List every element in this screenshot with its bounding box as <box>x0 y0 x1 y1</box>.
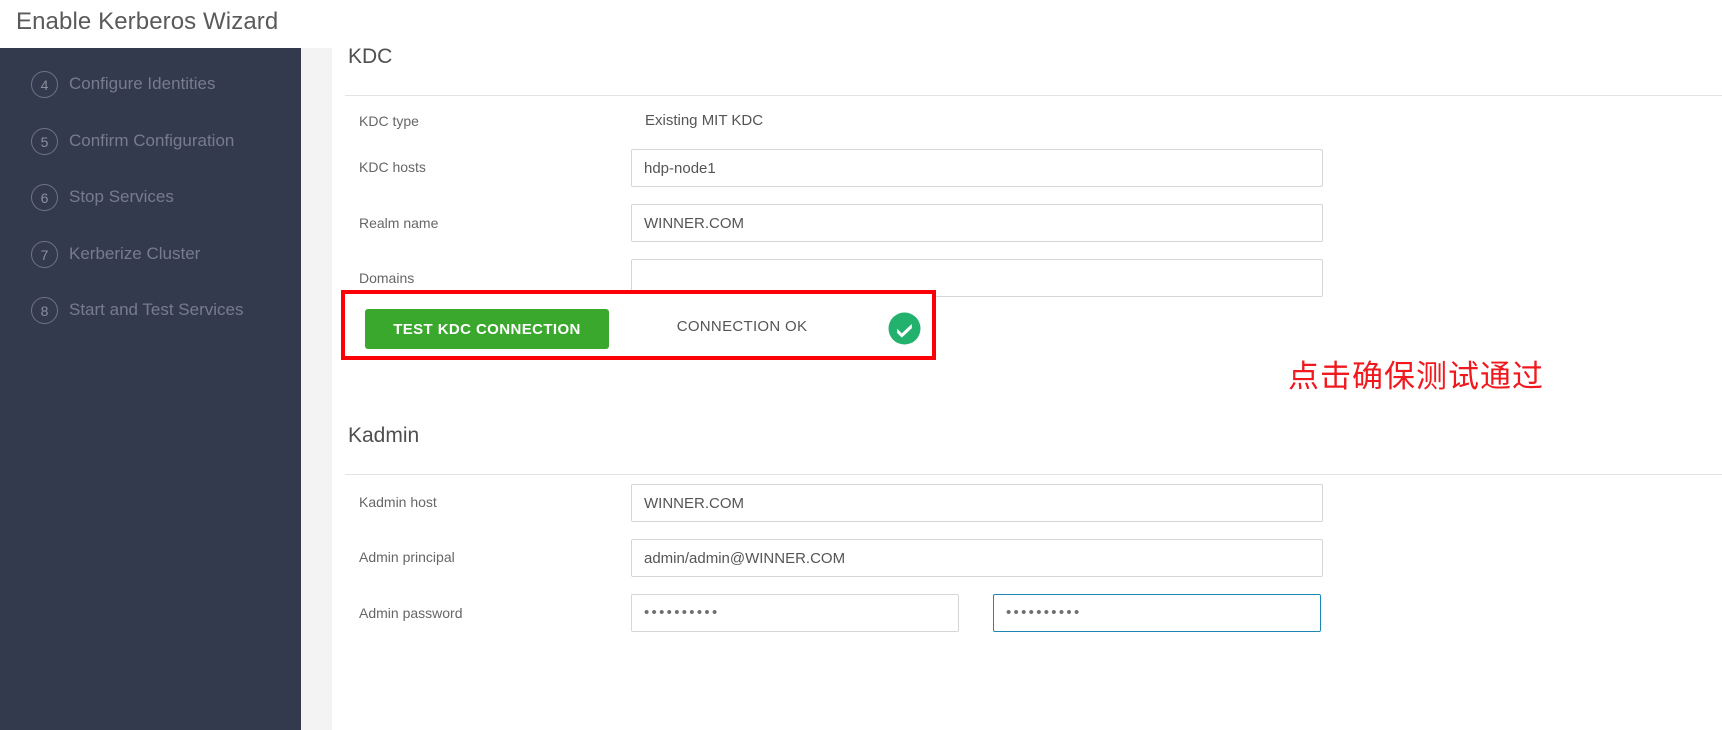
admin-principal-input[interactable] <box>631 539 1323 577</box>
field-label-admin-password: Admin password <box>359 605 463 621</box>
kadmin-host-input[interactable] <box>631 484 1323 522</box>
step-number-badge: 8 <box>31 296 58 324</box>
sidebar-item-stop-services[interactable]: 6 Stop Services <box>0 173 301 221</box>
section-title-kdc: KDC <box>348 45 393 68</box>
section-title-kadmin: Kadmin <box>348 424 420 447</box>
admin-password-confirm-input[interactable] <box>993 594 1321 632</box>
sidebar-item-label: Kerberize Cluster <box>69 244 201 263</box>
sidebar-item-label: Configure Identities <box>69 74 216 93</box>
section-divider-kadmin <box>345 474 1722 475</box>
annotation-note: 点击确保测试通过 <box>1288 359 1544 395</box>
section-divider-kdc <box>345 95 1722 96</box>
check-circle-icon <box>888 312 921 345</box>
sidebar-item-kerberize-cluster[interactable]: 7 Kerberize Cluster <box>0 230 301 278</box>
admin-password-input[interactable] <box>631 594 959 632</box>
field-label-realm-name: Realm name <box>359 215 439 231</box>
realm-name-input[interactable] <box>631 204 1323 242</box>
test-kdc-connection-button[interactable]: TEST KDC CONNECTION <box>365 309 609 349</box>
step-number-badge: 7 <box>31 240 58 268</box>
sidebar-item-confirm-configuration[interactable]: 5 Confirm Configuration <box>0 117 301 165</box>
field-value-kdc-type: Existing MIT KDC <box>645 112 764 129</box>
sidebar-item-start-and-test-services[interactable]: 8 Start and Test Services <box>0 286 301 334</box>
field-label-kdc-type: KDC type <box>359 113 419 129</box>
wizard-step-sidebar: 4 Configure Identities 5 Confirm Configu… <box>0 48 301 730</box>
field-label-kadmin-host: Kadmin host <box>359 494 437 510</box>
field-label-admin-principal: Admin principal <box>359 549 455 565</box>
step-number-badge: 5 <box>31 127 58 155</box>
page-title: Enable Kerberos Wizard <box>16 8 279 35</box>
content-gutter <box>301 48 332 730</box>
sidebar-item-label: Confirm Configuration <box>69 131 235 150</box>
sidebar-item-label: Stop Services <box>69 187 174 206</box>
kdc-hosts-input[interactable] <box>631 149 1323 187</box>
connection-status-label: CONNECTION OK <box>676 318 808 335</box>
sidebar-item-configure-identities[interactable]: 4 Configure Identities <box>0 60 301 108</box>
field-label-domains: Domains <box>359 270 415 286</box>
step-number-badge: 4 <box>31 70 58 98</box>
step-number-badge: 6 <box>31 183 58 211</box>
sidebar-item-label: Start and Test Services <box>69 300 244 319</box>
wizard-header: Enable Kerberos Wizard <box>0 0 1722 48</box>
test-connection-highlight-box: TEST KDC CONNECTION CONNECTION OK <box>341 290 936 360</box>
field-label-kdc-hosts: KDC hosts <box>359 159 426 175</box>
